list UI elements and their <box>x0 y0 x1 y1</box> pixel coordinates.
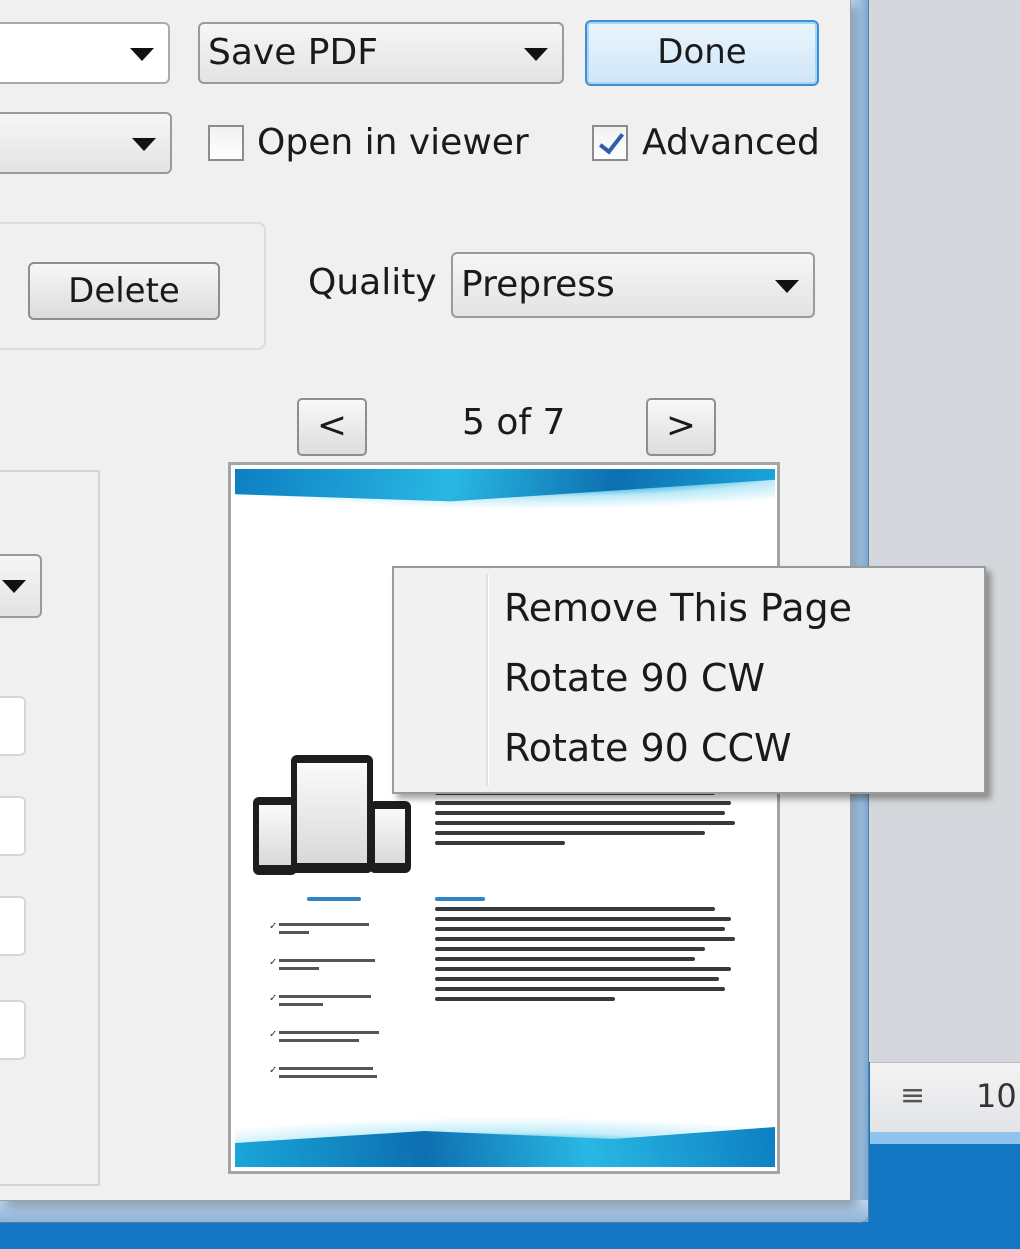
check-icon: ✓ <box>269 1065 278 1076</box>
check-icon: ✓ <box>269 1029 278 1040</box>
delete-button[interactable]: Delete <box>28 262 220 320</box>
printer-select[interactable] <box>0 22 170 84</box>
quality-select-value: Prepress <box>461 264 615 305</box>
advanced-label: Advanced <box>642 122 820 163</box>
window-frame-bottom <box>0 1200 868 1223</box>
check-icon: ✓ <box>269 993 278 1004</box>
chevron-down-icon <box>130 48 154 61</box>
menu-item-rotate-ccw[interactable]: Rotate 90 CCW <box>504 726 792 770</box>
settings-field-4[interactable] <box>0 1000 26 1060</box>
settings-field-1[interactable] <box>0 696 26 756</box>
chevron-down-icon <box>775 280 799 293</box>
settings-field-3[interactable] <box>0 896 26 956</box>
brochure-text-block-1 <box>435 791 735 851</box>
action-select-value: Save PDF <box>208 32 378 73</box>
pdf-save-dialog: Save PDF Done Open in viewer Advanced De… <box>0 0 986 1201</box>
quality-select[interactable]: Prepress <box>451 252 815 318</box>
open-in-viewer-label: Open in viewer <box>257 122 529 163</box>
zoom-level: 10 <box>976 1077 1017 1115</box>
page-context-menu: Remove This Page Rotate 90 CW Rotate 90 … <box>392 566 986 794</box>
chevron-down-icon <box>2 580 26 593</box>
brochure-wave-top <box>235 469 775 549</box>
advanced-checkbox[interactable] <box>592 125 628 161</box>
devices-illustration <box>253 755 413 875</box>
action-select[interactable]: Save PDF <box>198 22 564 84</box>
check-icon: ✓ <box>269 957 278 968</box>
list-view-icon[interactable]: ≡ <box>900 1081 934 1111</box>
menu-icon-gutter <box>486 574 489 786</box>
check-icon: ✓ <box>269 921 278 932</box>
chevron-down-icon <box>524 48 548 61</box>
done-button[interactable]: Done <box>585 20 819 86</box>
taskbar-highlight <box>870 1132 1020 1144</box>
menu-item-rotate-cw[interactable]: Rotate 90 CW <box>504 656 765 700</box>
background-status-bar: ≡ 10 <box>870 1062 1020 1133</box>
brochure-text-block-2 <box>435 897 735 1007</box>
background-document-area <box>860 0 1020 1062</box>
chevron-down-icon <box>132 138 156 151</box>
settings-select[interactable] <box>0 554 42 618</box>
settings-field-2[interactable] <box>0 796 26 856</box>
page-indicator: 5 of 7 <box>462 402 566 443</box>
settings-group <box>0 470 100 1186</box>
menu-item-remove-page[interactable]: Remove This Page <box>504 586 852 630</box>
next-page-button[interactable]: > <box>646 398 716 456</box>
open-in-viewer-checkbox[interactable] <box>208 125 244 161</box>
features-heading <box>307 897 367 907</box>
profile-select[interactable] <box>0 112 172 174</box>
previous-page-button[interactable]: < <box>297 398 367 456</box>
quality-label: Quality <box>308 262 437 303</box>
brochure-wave-bottom <box>235 1087 775 1167</box>
